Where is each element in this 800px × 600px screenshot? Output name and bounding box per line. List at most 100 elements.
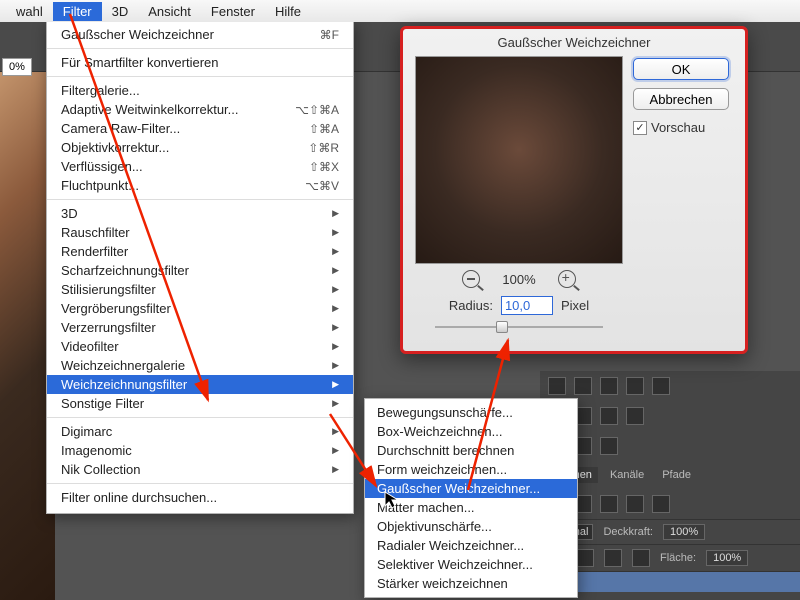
- menubar-item[interactable]: Hilfe: [265, 2, 311, 21]
- dialog-title: Gaußscher Weichzeichner: [403, 29, 745, 56]
- menu-separator: [47, 76, 353, 77]
- panel-icon[interactable]: [600, 437, 618, 455]
- preview-thumbnail[interactable]: [415, 56, 623, 264]
- menubar-item[interactable]: wahl: [6, 2, 53, 21]
- submenu-item[interactable]: Matter machen...: [365, 498, 577, 517]
- menu-item-label: Verflüssigen...: [61, 159, 143, 174]
- submenu-item[interactable]: Stärker weichzeichnen: [365, 574, 577, 593]
- menu-separator: [47, 483, 353, 484]
- submenu-item[interactable]: Radialer Weichzeichner...: [365, 536, 577, 555]
- menu-item[interactable]: Objektivkorrektur... ⇧⌘R: [47, 138, 353, 157]
- panel-icon[interactable]: [600, 407, 618, 425]
- filter-icon[interactable]: [600, 495, 618, 513]
- lock-icon[interactable]: [604, 549, 622, 567]
- radius-unit: Pixel: [561, 298, 589, 313]
- menu-item[interactable]: Camera Raw-Filter... ⇧⌘A: [47, 119, 353, 138]
- tab-channels[interactable]: Kanäle: [604, 467, 650, 483]
- menu-item-label: Gaußscher Weichzeichner...: [377, 481, 540, 496]
- menu-item[interactable]: Verzerrungsfilter: [47, 318, 353, 337]
- menu-item[interactable]: Verflüssigen... ⇧⌘X: [47, 157, 353, 176]
- zoom-out-icon[interactable]: [462, 270, 480, 288]
- shortcut: ⌥⇧⌘A: [295, 103, 339, 117]
- layers-panel-tabs: Ebenen Kanäle Pfade: [540, 461, 800, 489]
- menu-item-label: Vergröberungsfilter: [61, 301, 171, 316]
- menu-item[interactable]: Sonstige Filter: [47, 394, 353, 413]
- shortcut: ⌘F: [320, 28, 339, 42]
- tab-paths[interactable]: Pfade: [656, 467, 697, 483]
- menu-item-label: Filter online durchsuchen...: [61, 490, 217, 505]
- menu-item[interactable]: 3D: [47, 204, 353, 223]
- opacity-label: Deckkraft:: [603, 526, 653, 538]
- submenu-item[interactable]: Durchschnitt berechnen: [365, 441, 577, 460]
- menu-item[interactable]: Stilisierungsfilter: [47, 280, 353, 299]
- submenu-item[interactable]: Form weichzeichnen...: [365, 460, 577, 479]
- menu-item-label: 3D: [61, 206, 78, 221]
- shortcut: ⇧⌘X: [309, 160, 339, 174]
- menu-item-label: Weichzeichnungsfilter: [61, 377, 187, 392]
- menu-item[interactable]: Vergröberungsfilter: [47, 299, 353, 318]
- lock-icon[interactable]: [576, 549, 594, 567]
- zoom-select[interactable]: 0%: [2, 58, 32, 76]
- menu-item-last-filter[interactable]: Gaußscher Weichzeichner ⌘F: [47, 25, 353, 44]
- panel-icon[interactable]: [626, 407, 644, 425]
- app-menubar: wahl Filter 3D Ansicht Fenster Hilfe: [0, 0, 800, 22]
- gaussian-blur-dialog: Gaußscher Weichzeichner 100% Radius: Pix…: [400, 26, 748, 354]
- menu-item-label: Nik Collection: [61, 462, 140, 477]
- menu-item[interactable]: Renderfilter: [47, 242, 353, 261]
- menu-item[interactable]: Adaptive Weitwinkelkorrektur...⌥⇧⌘A: [47, 100, 353, 119]
- cancel-button[interactable]: Abbrechen: [633, 88, 729, 110]
- menu-item[interactable]: Nik Collection: [47, 460, 353, 479]
- menu-item-label: Stilisierungsfilter: [61, 282, 156, 297]
- menu-item[interactable]: Digimarc: [47, 422, 353, 441]
- menu-item[interactable]: Fluchtpunkt... ⌥⌘V: [47, 176, 353, 195]
- radius-label: Radius:: [449, 298, 493, 313]
- menu-item-browse-filters[interactable]: Filter online durchsuchen...: [47, 488, 353, 507]
- menu-item[interactable]: Videofilter: [47, 337, 353, 356]
- filter-icon[interactable]: [626, 495, 644, 513]
- submenu-item[interactable]: Bewegungsunschärfe...: [365, 403, 577, 422]
- shortcut: ⇧⌘R: [308, 141, 339, 155]
- menu-separator: [47, 48, 353, 49]
- menu-item-label: Fluchtpunkt...: [61, 178, 139, 193]
- menu-item[interactable]: Scharfzeichnungsfilter: [47, 261, 353, 280]
- ok-button[interactable]: OK: [633, 58, 729, 80]
- panel-icon[interactable]: [600, 377, 618, 395]
- panel-icon[interactable]: [548, 377, 566, 395]
- menu-item-label: Objektivkorrektur...: [61, 140, 169, 155]
- menubar-item-filter[interactable]: Filter: [53, 2, 102, 21]
- radius-input[interactable]: [501, 296, 553, 315]
- menu-item[interactable]: Imagenomic: [47, 441, 353, 460]
- menu-item-label: Form weichzeichnen...: [377, 462, 507, 477]
- menu-item[interactable]: Rauschfilter: [47, 223, 353, 242]
- menubar-item[interactable]: 3D: [102, 2, 139, 21]
- submenu-item[interactable]: Selektiver Weichzeichner...: [365, 555, 577, 574]
- menu-item-smartfilter[interactable]: Für Smartfilter konvertieren: [47, 53, 353, 72]
- menubar-item[interactable]: Fenster: [201, 2, 265, 21]
- filter-menu: Gaußscher Weichzeichner ⌘F Für Smartfilt…: [46, 20, 354, 514]
- menu-item[interactable]: Weichzeichnergalerie: [47, 356, 353, 375]
- submenu-item[interactable]: Box-Weichzeichnen...: [365, 422, 577, 441]
- submenu-item[interactable]: Objektivunschärfe...: [365, 517, 577, 536]
- submenu-item-gaussian-blur[interactable]: Gaußscher Weichzeichner...: [365, 479, 577, 498]
- shortcut: ⌥⌘V: [305, 179, 339, 193]
- fill-value[interactable]: 100%: [706, 550, 748, 566]
- menu-item-weichzeichnungsfilter[interactable]: Weichzeichnungsfilter: [47, 375, 353, 394]
- menu-item-label: Weichzeichnergalerie: [61, 358, 185, 373]
- menu-item-label: Camera Raw-Filter...: [61, 121, 180, 136]
- menubar-item[interactable]: Ansicht: [138, 2, 201, 21]
- menu-item-label: Digimarc: [61, 424, 112, 439]
- menu-item-label: Radialer Weichzeichner...: [377, 538, 524, 553]
- opacity-value[interactable]: 100%: [663, 524, 705, 540]
- menu-separator: [47, 199, 353, 200]
- shortcut: ⇧⌘A: [309, 122, 339, 136]
- menu-item[interactable]: Filtergalerie...: [47, 81, 353, 100]
- filter-icon[interactable]: [652, 495, 670, 513]
- panel-icon[interactable]: [652, 377, 670, 395]
- panel-icon[interactable]: [626, 377, 644, 395]
- zoom-in-icon[interactable]: [558, 270, 576, 288]
- preview-checkbox-row[interactable]: ✓ Vorschau: [633, 120, 729, 135]
- lock-icon[interactable]: [632, 549, 650, 567]
- radius-slider[interactable]: [435, 319, 603, 335]
- menu-item-label: Scharfzeichnungsfilter: [61, 263, 189, 278]
- panel-icon[interactable]: [574, 377, 592, 395]
